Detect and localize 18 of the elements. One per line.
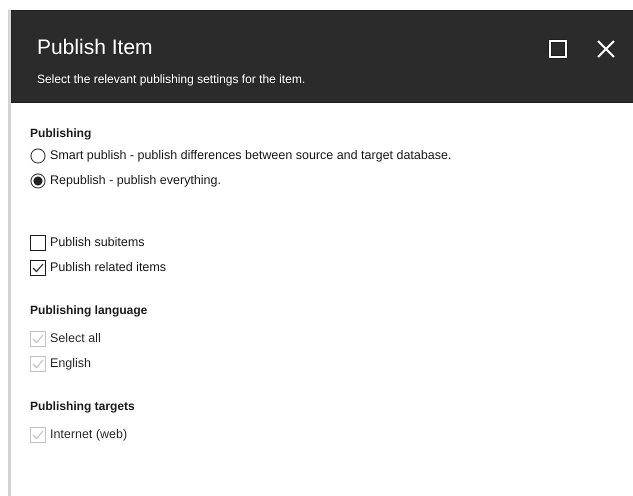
radio-button[interactable]	[30, 148, 46, 164]
dialog-subtitle: Select the relevant publishing settings for the item.	[37, 71, 306, 88]
section-heading: Publishing targets	[30, 398, 136, 414]
close-icon	[596, 39, 616, 59]
option-label: Select all	[50, 330, 101, 348]
dialog-title: Publish Item	[37, 36, 154, 60]
checkbox[interactable]	[30, 234, 46, 250]
section-heading: Publishing	[30, 125, 92, 141]
maximize-icon	[549, 40, 567, 58]
option-label: Publish subitems	[50, 234, 144, 252]
option-label: Republish - publish everything.	[50, 172, 221, 190]
option-label: English	[50, 355, 91, 372]
option-label: Internet (web)	[50, 426, 128, 444]
section-heading: Publishing language	[30, 302, 148, 318]
radio-button[interactable]	[30, 172, 46, 188]
checkbox[interactable]	[30, 260, 46, 276]
option-label: Smart publish - publish differences between source and target database.	[50, 147, 452, 164]
option-label: Publish related items	[50, 259, 166, 276]
